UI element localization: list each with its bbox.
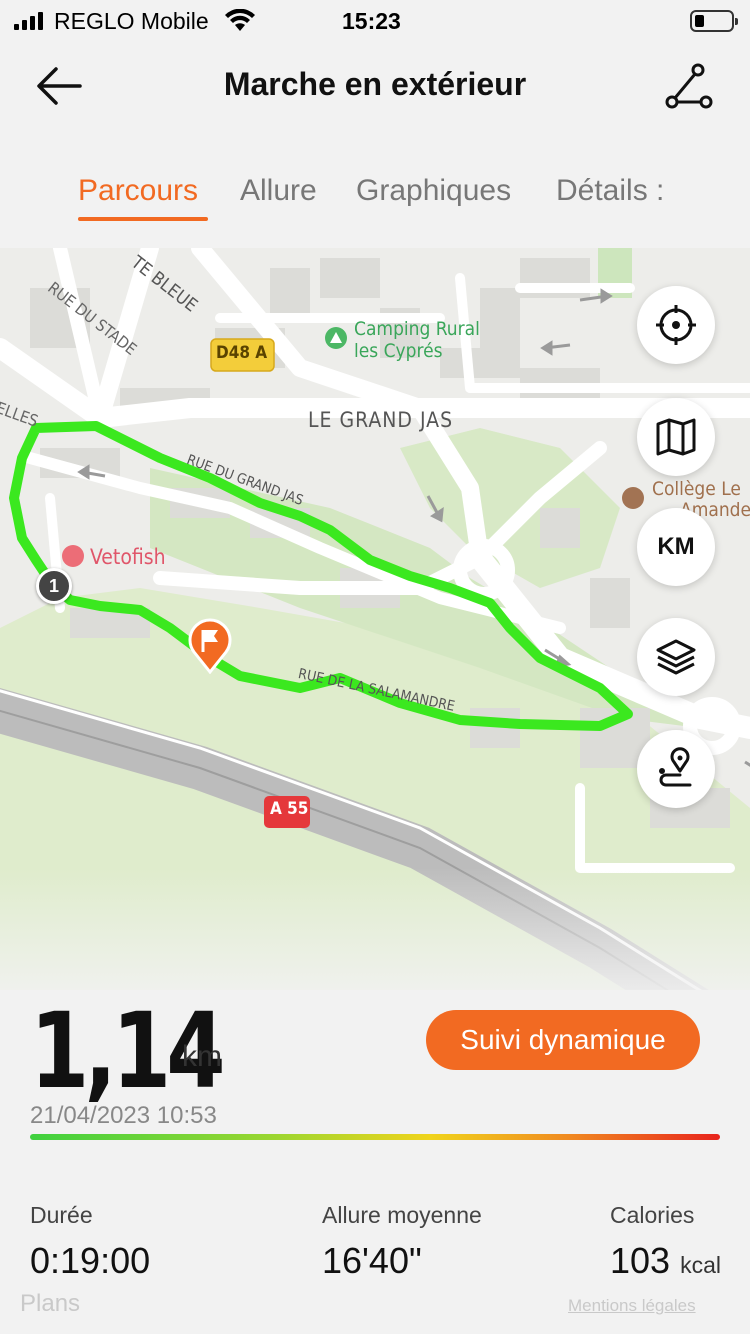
tab-bar: Parcours Allure Graphiques Détails : <box>0 160 750 230</box>
map-label-poi: Camping Rural <box>354 318 480 340</box>
map-label-poi: les Cyprés <box>354 340 443 362</box>
road-shield-a55: A 55 <box>270 799 309 819</box>
activity-date: 21/04/2023 10:53 <box>30 1102 217 1129</box>
map-label-poi: Collège Le <box>652 478 741 500</box>
stat-value-calories: 103 kcal <box>610 1240 721 1282</box>
legal-link[interactable]: Mentions légales <box>568 1296 696 1316</box>
stat-value-pace: 16'40" <box>322 1240 422 1281</box>
start-marker: 1 <box>36 568 72 604</box>
signal-icon <box>14 12 43 30</box>
battery-icon <box>690 10 738 32</box>
dynamic-follow-button[interactable]: Suivi dynamique <box>426 1010 700 1070</box>
clock: 15:23 <box>342 8 401 34</box>
calories-number: 103 <box>610 1240 671 1281</box>
pace-gradient-bar <box>30 1134 720 1140</box>
summary-panel: 1,14 km 21/04/2023 10:53 Suivi dynamique… <box>0 990 750 1334</box>
tab-parcours[interactable]: Parcours <box>78 174 198 208</box>
stat-label-duration: Durée <box>30 1202 93 1228</box>
tab-details[interactable]: Détails : <box>556 174 664 208</box>
km-markers-button[interactable]: KM <box>637 508 715 586</box>
header: Marche en extérieur <box>0 44 750 134</box>
route-points-button[interactable] <box>637 730 715 808</box>
stat-value-duration: 0:19:00 <box>30 1240 151 1281</box>
tab-allure[interactable]: Allure <box>240 174 317 208</box>
calories-unit: kcal <box>680 1252 721 1278</box>
layers-button[interactable] <box>637 618 715 696</box>
active-tab-indicator <box>78 217 208 221</box>
wifi-icon <box>225 9 255 31</box>
map-icon <box>656 418 696 456</box>
map-label-poi: Vetofish <box>90 545 166 569</box>
road-shield-d48a: D48 A <box>216 343 268 363</box>
distance-unit: km <box>182 1040 222 1073</box>
page-title: Marche en extérieur <box>223 66 527 102</box>
route-map[interactable]: RUE DU STADE TE BLEUE D48 A Camping Rura… <box>0 248 750 1008</box>
stat-label-pace: Allure moyenne <box>322 1202 482 1228</box>
locate-button[interactable] <box>637 286 715 364</box>
route-pin-icon <box>659 747 692 787</box>
status-bar: REGLO Mobile 15:23 <box>0 0 750 44</box>
stat-label-calories: Calories <box>610 1202 695 1228</box>
map-label-locality: LE GRAND JAS <box>308 408 454 432</box>
map-type-button[interactable] <box>637 398 715 476</box>
maps-watermark: Plans <box>20 1290 81 1317</box>
layers-icon <box>656 639 696 675</box>
carrier-name: REGLO Mobile <box>54 8 209 34</box>
km-label: KM <box>657 533 695 560</box>
crosshair-icon <box>656 305 696 345</box>
route-share-icon[interactable] <box>660 60 716 112</box>
tab-graphiques[interactable]: Graphiques <box>356 174 511 208</box>
finish-flag-icon <box>188 618 232 674</box>
map-fade <box>0 868 750 1008</box>
